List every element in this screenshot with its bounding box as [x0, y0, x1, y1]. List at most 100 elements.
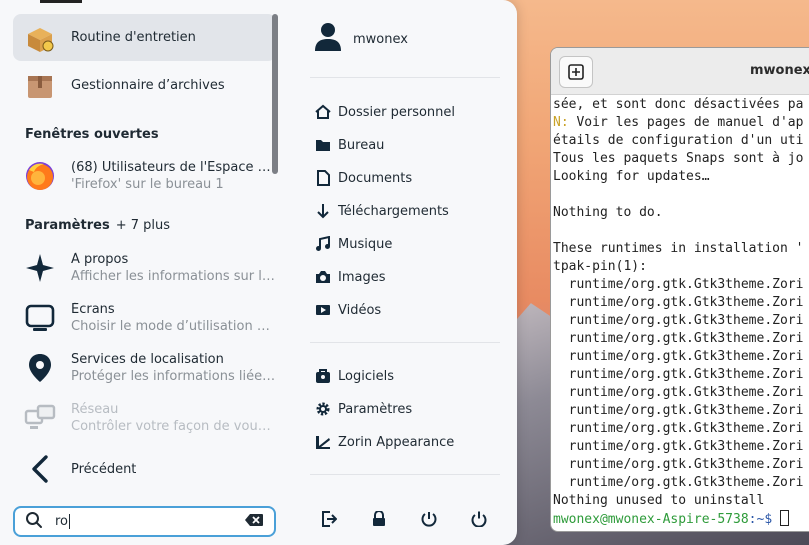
user-avatar-icon	[314, 22, 342, 56]
search-input[interactable]: ro	[13, 506, 276, 537]
document-icon	[314, 169, 332, 187]
divider	[310, 474, 500, 475]
result-setting-about[interactable]: À propos Afficher les informations sur l…	[13, 245, 276, 291]
place-documents[interactable]: Documents	[314, 169, 412, 187]
section-header-windows: Fenêtres ouvertes	[25, 127, 159, 142]
power-off-button[interactable]	[468, 510, 490, 532]
prompt-user: mwonex@mwonex-Aspire-5738	[553, 512, 749, 527]
prompt-suffix: :~$	[748, 512, 780, 527]
setting-title: Réseau	[71, 402, 119, 417]
search-results-column: Routine d'entretien Gestionnaire d’archi…	[0, 0, 292, 545]
terminal-line: runtime/org.gtk.Gtk3theme.Zori	[553, 331, 804, 346]
setting-subtitle: Afficher les informations sur le …	[71, 269, 276, 284]
tool-zorin-appearance[interactable]: Zorin Appearance	[314, 433, 454, 451]
terminal-line: These runtimes in installation '	[553, 241, 804, 256]
tool-software[interactable]: Logiciels	[314, 367, 394, 385]
notice-prefix: N:	[553, 115, 569, 130]
user-account-button[interactable]: mwonex	[314, 22, 408, 56]
terminal-line: Looking for updates…	[553, 169, 710, 184]
terminal-window[interactable]: mwonex@ sée, et sont donc désactivées pa…	[550, 47, 809, 532]
appearance-icon	[314, 433, 332, 451]
setting-subtitle: Choisir le mode d’utilisation de…	[71, 319, 276, 334]
terminal-cursor	[779, 510, 789, 526]
place-home[interactable]: Dossier personnel	[314, 103, 455, 121]
place-videos[interactable]: Vidéos	[314, 301, 381, 319]
setting-subtitle: Contrôler votre façon de vous …	[71, 419, 276, 434]
package-tool-icon	[24, 22, 56, 54]
terminal-line: runtime/org.gtk.Gtk3theme.Zori	[553, 457, 804, 472]
terminal-line: sée, et sont donc désactivées pa	[553, 97, 804, 112]
section-header-settings: Paramètres + 7 plus	[25, 218, 170, 233]
username: mwonex	[353, 31, 408, 47]
result-app-archives[interactable]: Gestionnaire d’archives	[13, 62, 276, 109]
home-icon	[314, 103, 332, 121]
tool-settings[interactable]: Paramètres	[314, 400, 412, 418]
window-title: (68) Utilisateurs de l'Espace éc…	[71, 160, 276, 175]
clear-search-icon[interactable]	[244, 512, 264, 531]
result-app-routine[interactable]: Routine d'entretien	[13, 14, 276, 61]
search-value-wrap: ro	[55, 514, 244, 529]
settings-more-link[interactable]: + 7 plus	[116, 218, 170, 233]
terminal-titlebar[interactable]: mwonex@	[551, 48, 809, 95]
place-label: Documents	[338, 170, 413, 186]
new-tab-button[interactable]	[559, 56, 593, 88]
terminal-line: runtime/org.gtk.Gtk3theme.Zori	[553, 475, 804, 490]
setting-title: Écrans	[71, 302, 115, 317]
restart-button[interactable]	[418, 510, 440, 532]
chevron-left-icon	[24, 453, 56, 485]
place-music[interactable]: Musique	[314, 235, 392, 253]
terminal-line: Nothing unused to uninstall	[553, 493, 765, 508]
search-value: ro	[55, 514, 69, 529]
lock-icon	[372, 510, 386, 531]
place-label: Musique	[338, 236, 393, 252]
setting-title: À propos	[71, 252, 129, 267]
place-pictures[interactable]: Images	[314, 268, 386, 286]
download-arrow-icon	[314, 202, 332, 220]
result-setting-location[interactable]: Services de localisation Protéger les in…	[13, 345, 276, 391]
terminal-line: runtime/org.gtk.Gtk3theme.Zori	[553, 313, 804, 328]
tool-label: Paramètres	[338, 401, 413, 417]
camera-icon	[314, 268, 332, 286]
place-desktop[interactable]: Bureau	[314, 136, 384, 154]
terminal-line: runtime/org.gtk.Gtk3theme.Zori	[553, 421, 804, 436]
terminal-line: runtime/org.gtk.Gtk3theme.Zori	[553, 367, 804, 382]
location-pin-icon	[24, 352, 56, 384]
logout-icon	[321, 511, 338, 531]
terminal-output[interactable]: sée, et sont donc désactivées pa N: Voir …	[551, 95, 809, 529]
back-label: Précédent	[71, 461, 137, 477]
result-window-firefox[interactable]: (68) Utilisateurs de l'Espace éc… 'Firef…	[13, 153, 276, 199]
settings-header-label: Paramètres	[25, 218, 110, 233]
place-downloads[interactable]: Téléchargements	[314, 202, 449, 220]
results-scrollbar[interactable]	[272, 14, 278, 174]
result-label: Routine d'entretien	[71, 30, 196, 45]
result-setting-displays[interactable]: Écrans Choisir le mode d’utilisation de…	[13, 295, 276, 341]
network-icon	[24, 402, 56, 434]
plus-icon	[568, 64, 584, 80]
lock-button[interactable]	[368, 510, 390, 532]
logout-button[interactable]	[318, 510, 340, 532]
search-icon	[25, 511, 43, 533]
power-icon	[471, 511, 487, 531]
music-note-icon	[314, 235, 332, 253]
place-label: Dossier personnel	[338, 104, 456, 120]
sparkle-star-icon	[24, 252, 56, 284]
terminal-line: étails de configuration d'un uti	[553, 133, 804, 148]
restart-icon	[421, 511, 437, 531]
monitor-icon	[24, 302, 56, 334]
result-setting-network[interactable]: Réseau Contrôler votre façon de vous …	[13, 395, 276, 441]
folder-icon	[314, 136, 332, 154]
setting-title: Services de localisation	[71, 352, 224, 367]
setting-subtitle: Protéger les informations liées …	[71, 369, 276, 384]
terminal-line: runtime/org.gtk.Gtk3theme.Zori	[553, 349, 804, 364]
tool-label: Zorin Appearance	[338, 434, 455, 450]
terminal-line: Nothing to do.	[553, 205, 663, 220]
terminal-line: tpak-pin(1):	[553, 259, 647, 274]
start-menu: Routine d'entretien Gestionnaire d’archi…	[0, 0, 517, 545]
window-subtitle: 'Firefox' sur le bureau 1	[71, 177, 224, 192]
back-button[interactable]: Précédent	[13, 447, 276, 491]
terminal-line: runtime/org.gtk.Gtk3theme.Zori	[553, 277, 804, 292]
tool-label: Logiciels	[338, 368, 394, 384]
divider	[310, 342, 500, 343]
